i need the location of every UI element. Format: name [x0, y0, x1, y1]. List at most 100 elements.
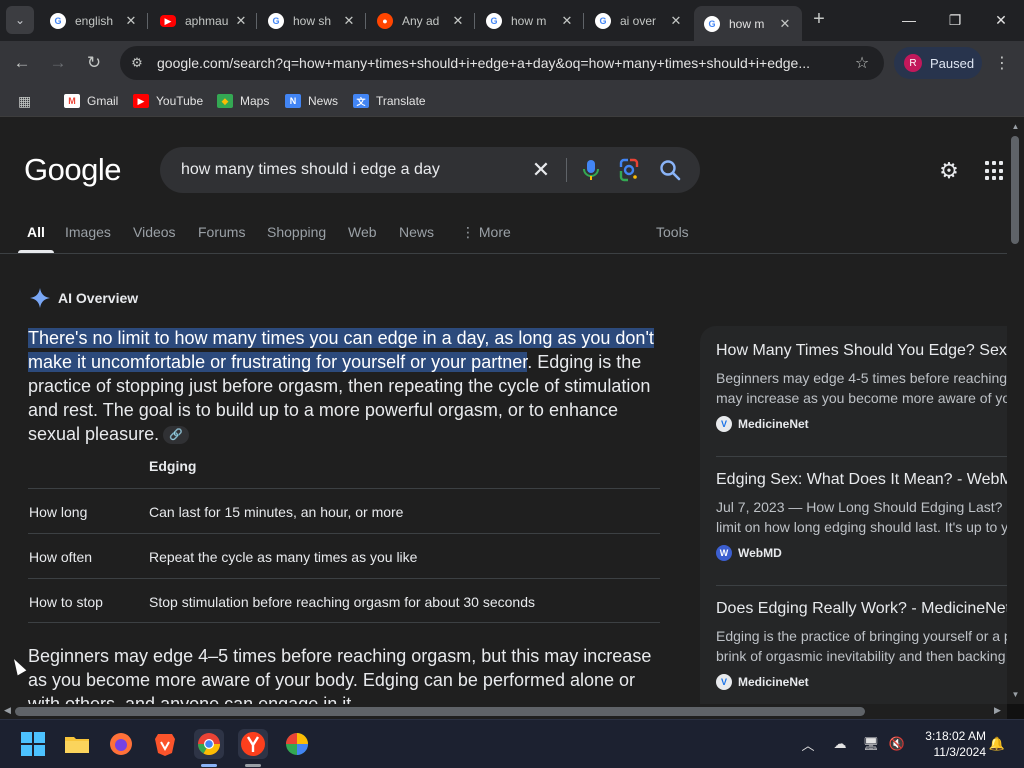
clock-date: 11/3/2024 [933, 745, 987, 759]
scroll-thumb[interactable] [1011, 136, 1019, 244]
apps-icon[interactable] [985, 161, 1005, 181]
source-title[interactable]: Edging Sex: What Does It Mean? - WebM [716, 471, 1007, 489]
tab-1[interactable]: ▶ aphmau ✕ [150, 6, 258, 36]
tab-web[interactable]: Web [348, 224, 377, 240]
tab-search-button[interactable]: ⌄ [6, 6, 34, 34]
tools-button[interactable]: Tools [656, 224, 689, 240]
back-button[interactable]: ← [10, 51, 34, 75]
tab-videos[interactable]: Videos [133, 224, 176, 240]
google-logo[interactable]: Google [24, 152, 121, 188]
running-app-indicator [245, 764, 261, 767]
windows-start-icon[interactable] [18, 729, 48, 759]
network-icon[interactable]: 🖥 [862, 735, 880, 753]
url-text[interactable]: google.com/search?q=how+many+times+shoul… [157, 55, 847, 71]
search-icon[interactable] [658, 158, 682, 182]
system-clock[interactable]: 3:18:02 AM 11/3/2024 [914, 728, 986, 760]
ai-overview-header: AI Overview [29, 287, 138, 309]
tab-2[interactable]: G how sh ✕ [258, 6, 366, 36]
scroll-thumb[interactable] [15, 707, 865, 716]
bookmark-star-icon[interactable]: ☆ [852, 53, 872, 73]
tab-news[interactable]: News [399, 224, 434, 240]
tab-title: how m [511, 14, 547, 28]
volume-icon[interactable]: 🔇 [888, 735, 906, 753]
source-card[interactable]: How Many Times Should You Edge? Sex Begi… [716, 342, 1007, 432]
microphone-icon[interactable] [580, 158, 602, 182]
bookmark-news[interactable]: N News [285, 92, 338, 110]
chevron-up-icon[interactable]: ︿ [799, 735, 817, 753]
apps-grid-icon[interactable]: ▦ [18, 92, 31, 110]
bookmark-translate[interactable]: 文 Translate [353, 92, 426, 110]
bookmarks-bar: ▦ M Gmail ▶ YouTube ◆ Maps N News 文 Tran… [0, 85, 1024, 117]
scroll-right-icon[interactable]: ▶ [994, 705, 1001, 716]
close-icon[interactable]: ✕ [232, 13, 250, 29]
bookmark-gmail[interactable]: M Gmail [64, 92, 118, 110]
close-icon[interactable]: ✕ [667, 13, 685, 29]
source-snippet: Beginners may edge 4-5 times before reac… [716, 370, 1007, 386]
close-window-button[interactable]: ✕ [978, 0, 1024, 40]
firefox-icon[interactable] [106, 729, 136, 759]
scroll-left-icon[interactable]: ◀ [4, 705, 11, 716]
profile-button[interactable]: R Paused [894, 47, 982, 79]
row-key: How to stop [29, 594, 103, 610]
chrome-icon[interactable] [194, 729, 224, 759]
search-box[interactable]: how many times should i edge a day ✕ [160, 147, 700, 193]
site-info-icon[interactable]: ⚙ [128, 54, 146, 72]
divider [716, 585, 1007, 586]
close-icon[interactable]: ✕ [122, 13, 140, 29]
tab-images[interactable]: Images [65, 224, 111, 240]
ai-overview-paragraph-2: Beginners may edge 4–5 times before reac… [28, 646, 652, 704]
tab-more[interactable]: ⋮ More [461, 224, 511, 241]
table-row: How to stop Stop stimulation before reac… [28, 578, 660, 623]
close-icon[interactable]: ✕ [340, 13, 358, 29]
close-icon[interactable]: ✕ [449, 13, 467, 29]
tab-5[interactable]: G ai over ✕ [585, 6, 693, 36]
tab-strip: ⌄ G english ✕ ▶ aphmau ✕ G how sh ✕ ● An… [0, 0, 1024, 41]
youtube-icon: ▶ [133, 94, 149, 108]
tab-shopping[interactable]: Shopping [267, 224, 326, 240]
brave-icon[interactable] [150, 729, 180, 759]
cloud-off-icon[interactable]: ☁ [831, 735, 849, 753]
source-card[interactable]: Edging Sex: What Does It Mean? - WebM Ju… [716, 471, 1007, 561]
link-icon[interactable]: 🔗 [163, 426, 190, 444]
restore-button[interactable]: ❐ [932, 0, 978, 40]
yandex-browser-icon[interactable] [238, 729, 268, 759]
menu-icon[interactable]: ⋮ [992, 53, 1012, 73]
minimize-button[interactable]: — [886, 0, 932, 40]
source-title[interactable]: How Many Times Should You Edge? Sex [716, 342, 1007, 360]
browser-toolbar: ← → ↻ ⚙ google.com/search?q=how+many+tim… [0, 41, 1024, 85]
tab-6-active[interactable]: G how m ✕ [694, 6, 802, 41]
divider [716, 456, 1007, 457]
address-bar[interactable]: ⚙ google.com/search?q=how+many+times+sho… [120, 46, 884, 80]
clear-icon[interactable]: ✕ [530, 157, 552, 182]
scroll-up-icon[interactable]: ▲ [1011, 122, 1020, 131]
notification-bell-icon[interactable]: 🔔 [988, 735, 1006, 753]
close-icon[interactable]: ✕ [776, 16, 794, 32]
bookmark-youtube[interactable]: ▶ YouTube [133, 92, 203, 110]
tab-0[interactable]: G english ✕ [40, 6, 148, 36]
bookmark-label: YouTube [156, 94, 204, 108]
tab-forums[interactable]: Forums [198, 224, 245, 240]
scroll-down-icon[interactable]: ▼ [1011, 690, 1020, 699]
tab-title: Any ad [402, 14, 440, 28]
reload-button[interactable]: ↻ [82, 51, 106, 75]
table-row: How long Can last for 15 minutes, an hou… [28, 488, 660, 533]
tab-4[interactable]: G how m ✕ [476, 6, 584, 36]
gear-icon[interactable]: ⚙ [937, 158, 961, 183]
file-explorer-icon[interactable] [62, 729, 92, 759]
tab-3[interactable]: ● Any ad ✕ [367, 6, 475, 36]
bookmark-maps[interactable]: ◆ Maps [217, 92, 269, 110]
new-tab-button[interactable]: + [808, 8, 830, 32]
table-header: Edging [149, 458, 197, 474]
source-title[interactable]: Does Edging Really Work? - MedicineNet [716, 600, 1007, 618]
source-card[interactable]: Does Edging Really Work? - MedicineNet E… [716, 600, 1007, 690]
ai-overview-paragraph: There's no limit to how many times you c… [28, 326, 668, 446]
youtube-icon: ▶ [160, 15, 176, 27]
google-lens-icon[interactable] [618, 158, 640, 182]
close-icon[interactable]: ✕ [558, 13, 576, 29]
horizontal-scrollbar[interactable]: ◀ ▶ [0, 704, 1007, 719]
forward-button[interactable]: → [46, 51, 70, 75]
vertical-scrollbar[interactable]: ▲ ▼ [1007, 118, 1024, 704]
tab-all[interactable]: All [27, 224, 45, 240]
search-input[interactable]: how many times should i edge a day [181, 161, 440, 179]
color-app-icon[interactable] [282, 729, 312, 759]
